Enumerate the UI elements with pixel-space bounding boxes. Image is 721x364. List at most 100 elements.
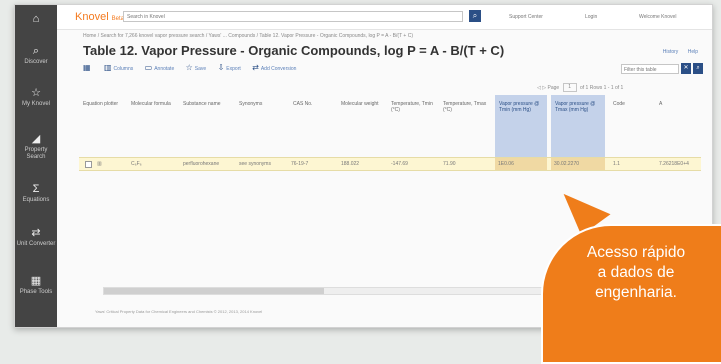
- convert-icon: ⇄: [31, 227, 41, 239]
- table-cell-highlighted: 30.02.2270: [551, 158, 605, 170]
- title-actions: History Help: [655, 49, 698, 55]
- logo-text: Knovel: [75, 11, 109, 23]
- star-icon: ☆: [31, 87, 41, 99]
- column-header-label: Temperature, Tmin (°C): [391, 101, 433, 113]
- rows-count: Rows 1 - 1 of 1: [589, 84, 624, 91]
- sidebar-item-home[interactable]: ⌂: [15, 13, 57, 27]
- column-header-label: Temperature, Tmax (°C): [443, 101, 487, 113]
- column-header-label: A: [659, 101, 663, 107]
- export-label: Export: [226, 66, 241, 72]
- callout-text: Acesso rápido a dados de engenharia.: [548, 243, 721, 303]
- sidebar-item-equations[interactable]: Σ Equations: [15, 183, 57, 204]
- plot-icon[interactable]: ▥: [97, 161, 102, 167]
- save-button[interactable]: ☆ Save: [186, 63, 207, 72]
- column-header[interactable]: Temperature, Tmin (°C): [387, 95, 437, 145]
- column-header-highlighted[interactable]: Vapor pressure @ Tmax (mm Hg): [551, 95, 605, 157]
- sidebar-item-label: My Knovel: [21, 101, 50, 107]
- table-cell: 188.022: [341, 161, 360, 167]
- column-header-label: CAS No.: [293, 101, 313, 107]
- sidebar-item-discover[interactable]: ⌕ Discover: [15, 45, 57, 66]
- next-page-icon[interactable]: ▷: [542, 85, 546, 91]
- home-icon: ⌂: [32, 13, 40, 25]
- column-header-label: Substance name: [183, 101, 221, 107]
- column-header[interactable]: Code: [609, 95, 653, 145]
- sidebar-item-my-knovel[interactable]: ☆ My Knovel: [15, 87, 57, 108]
- columns-button[interactable]: ▥ Columns: [104, 63, 133, 72]
- grid-view-button[interactable]: ▦: [83, 63, 93, 72]
- page-of: of 1: [579, 84, 589, 91]
- help-link[interactable]: Help: [688, 49, 698, 55]
- column-header-label: Vapor pressure @ Tmin (mm Hg): [499, 101, 540, 113]
- column-header-label: Molecular formula: [131, 101, 171, 107]
- top-bar: KnovelBeta ⌕ Support Center Login Welcom…: [57, 5, 712, 30]
- callout-line: a dados de: [597, 264, 675, 281]
- login-link[interactable]: Login: [585, 14, 597, 20]
- page-title: Table 12. Vapor Pressure - Organic Compo…: [83, 43, 505, 58]
- prev-page-icon[interactable]: ◁: [537, 85, 541, 91]
- sigma-icon: Σ: [32, 183, 40, 195]
- column-header[interactable]: Temperature, Tmax (°C): [439, 95, 491, 145]
- page-label: Page: [547, 84, 560, 91]
- table-cell: 76-19-7: [291, 161, 309, 167]
- sidebar-item-label: Property Search: [24, 147, 48, 160]
- sidebar: ⌂ ⌕ Discover ☆ My Knovel ◢ Property Sear…: [15, 5, 57, 327]
- support-center-link[interactable]: Support Center: [509, 14, 543, 20]
- column-header[interactable]: Molecular formula: [127, 95, 177, 145]
- save-label: Save: [194, 66, 207, 72]
- column-header-label: Equation plotter: [83, 101, 119, 107]
- search-input[interactable]: [123, 11, 463, 22]
- chart-icon: ◢: [31, 133, 41, 145]
- filter-input[interactable]: Filter this table: [621, 64, 679, 74]
- column-header[interactable]: A: [655, 95, 701, 145]
- table-cell: C₆F₆: [131, 161, 142, 167]
- welcome-menu[interactable]: Welcome Knovel: [639, 14, 676, 20]
- column-header[interactable]: Substance name: [179, 95, 233, 145]
- table-row[interactable]: ▥ C₆F₆ perfluorohexane see synonyms 76-1…: [79, 157, 701, 171]
- table-toolbar: ▦ ▥ Columns ▭ Annotate ☆ Save ⇩ Export ⇄ Add …: [83, 63, 306, 75]
- sidebar-item-label: Discover: [24, 59, 48, 65]
- convert-icon: ⇄: [252, 63, 259, 72]
- sidebar-item-unit-converter[interactable]: ⇄ Unit Converter: [15, 227, 57, 248]
- table-cell: -147.69: [391, 161, 408, 167]
- search-button[interactable]: ⌕: [469, 10, 481, 22]
- row-checkbox[interactable]: [85, 161, 92, 168]
- star-icon: ☆: [185, 63, 193, 72]
- add-conversion-label: Add Conversion: [260, 66, 297, 72]
- column-header-highlighted[interactable]: Vapor pressure @ Tmin (mm Hg): [495, 95, 547, 157]
- column-header-label: Vapor pressure @ Tmax (mm Hg): [555, 101, 596, 113]
- history-link[interactable]: History: [663, 49, 679, 55]
- sidebar-item-label: Unit Converter: [16, 241, 56, 247]
- columns-icon: ▥: [103, 63, 112, 72]
- breadcrumb[interactable]: Home / Search for 7,266 knovel vapor pre…: [83, 33, 413, 39]
- column-header-label: Code: [613, 101, 625, 107]
- columns-label: Columns: [113, 66, 134, 72]
- table-cell: perfluorohexane: [183, 161, 220, 167]
- export-button[interactable]: ⇩ Export: [218, 63, 241, 72]
- sidebar-item-property-search[interactable]: ◢ Property Search: [15, 133, 57, 161]
- column-header[interactable]: CAS No.: [289, 95, 335, 145]
- table-cell[interactable]: see synonyms: [239, 161, 271, 167]
- close-icon: ✕: [683, 65, 689, 71]
- search-filter-button[interactable]: ⌕: [693, 63, 703, 74]
- knovel-logo[interactable]: Knovel Beta: [75, 11, 124, 23]
- sidebar-item-label: Phase Tools: [19, 289, 53, 295]
- add-conversion-button[interactable]: ⇄ Add Conversion: [252, 63, 296, 72]
- search-icon: ⌕: [472, 11, 478, 20]
- scrollbar-thumb[interactable]: [104, 288, 324, 294]
- callout-line: Acesso rápido: [586, 244, 686, 261]
- sidebar-item-phase-tools[interactable]: ▦ Phase Tools: [15, 275, 57, 296]
- pager: ◁ ▷ Page 1 of 1 Rows 1 - 1 of 1: [537, 83, 623, 92]
- comment-icon: ▭: [144, 63, 153, 72]
- column-header[interactable]: Equation plotter: [79, 95, 125, 145]
- callout-line: engenharia.: [595, 284, 677, 301]
- column-header-label: Synonyms: [239, 101, 263, 107]
- search-icon: ⌕: [32, 45, 40, 57]
- table-cell: 71.90: [443, 161, 456, 167]
- page-number-input[interactable]: 1: [562, 83, 577, 92]
- column-header[interactable]: Molecular weight: [337, 95, 385, 145]
- annotate-button[interactable]: ▭ Annotate: [145, 63, 175, 72]
- column-header[interactable]: Synonyms: [235, 95, 287, 145]
- table-icon: ▦: [30, 275, 42, 287]
- close-filter-button[interactable]: ✕: [681, 63, 691, 74]
- annotate-label: Annotate: [154, 66, 175, 72]
